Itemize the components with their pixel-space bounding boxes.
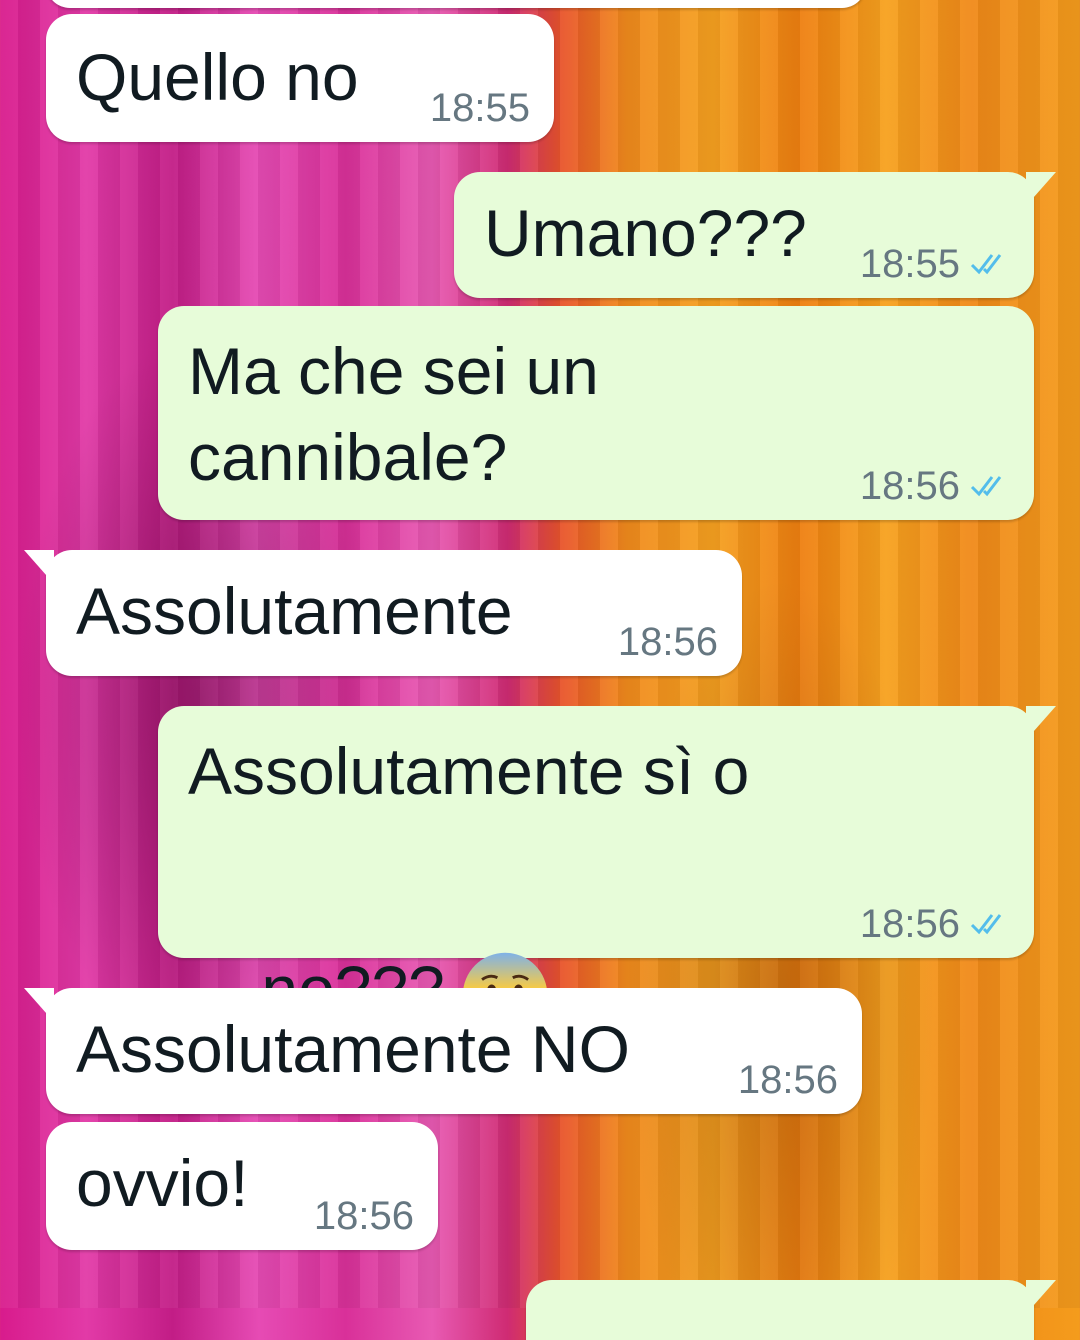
message-time: 18:56	[737, 1058, 838, 1102]
message-time: 18:55	[859, 242, 960, 286]
message-meta: 18:56	[738, 1058, 838, 1102]
message-bubble-incoming[interactable]: Assolutamente 18:56	[24, 550, 742, 676]
message-meta: 18:56	[618, 620, 718, 664]
message-text: Umano???	[484, 196, 807, 270]
message-meta: 18:55	[430, 86, 530, 130]
message-meta: 18:56	[314, 1194, 414, 1238]
message-bubble-incoming[interactable]: Assolutamente NO 18:56	[24, 988, 862, 1114]
message-text: Assolutamente NO	[76, 1012, 630, 1086]
message-bubble-incoming[interactable]: Quello no 18:55	[46, 14, 554, 142]
message-time: 18:56	[313, 1194, 414, 1238]
message-meta: 18:55	[860, 242, 1010, 286]
message-text: ovvio!	[76, 1146, 249, 1220]
message-text-line1: Ma che sei un	[188, 334, 599, 408]
message-text-line2: cannibale?	[188, 420, 508, 494]
message-bubble-outgoing[interactable]: Assolutamente sì o no??? 18:56	[158, 706, 1056, 1037]
double-check-icon	[970, 914, 1002, 935]
message-bubble-partial-top[interactable]	[46, 0, 866, 8]
message-text-line1: Assolutamente sì o	[188, 734, 750, 808]
double-check-icon	[970, 254, 1002, 275]
message-bubble-outgoing[interactable]: Umano??? 18:55	[454, 172, 1056, 298]
message-meta: 18:56	[860, 902, 1010, 946]
message-time: 18:56	[859, 464, 960, 508]
message-time: 18:55	[429, 86, 530, 130]
message-text: Quello no	[76, 40, 359, 114]
message-bubble-incoming[interactable]: ovvio! 18:56	[46, 1122, 438, 1250]
message-time: 18:56	[617, 620, 718, 664]
message-time: 18:56	[859, 902, 960, 946]
message-meta: 18:56	[860, 464, 1010, 508]
double-check-icon	[970, 476, 1002, 497]
message-bubble-outgoing[interactable]: Ma che sei un cannibale? 18:56	[158, 306, 1034, 520]
message-bubble-partial-bottom[interactable]	[526, 1280, 1056, 1340]
message-text: Assolutamente	[76, 574, 513, 648]
